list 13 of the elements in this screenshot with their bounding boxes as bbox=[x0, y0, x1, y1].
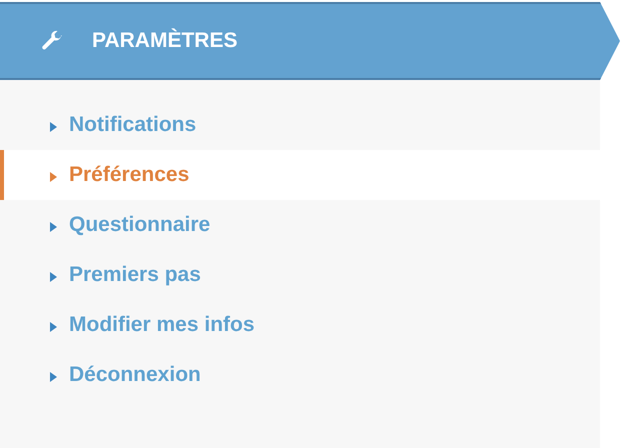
menu-item[interactable]: Premiers pas bbox=[0, 250, 600, 300]
menu-item[interactable]: Notifications bbox=[0, 100, 600, 150]
caret-icon bbox=[50, 172, 57, 182]
caret-icon bbox=[50, 322, 57, 332]
menu-item[interactable]: Préférences bbox=[0, 150, 600, 200]
caret-icon bbox=[50, 272, 57, 282]
menu-item[interactable]: Déconnexion bbox=[0, 350, 600, 400]
header-title: PARAMÈTRES bbox=[92, 29, 238, 53]
caret-icon bbox=[50, 222, 57, 232]
caret-icon bbox=[50, 122, 57, 132]
caret-icon bbox=[50, 372, 57, 382]
menu-item[interactable]: Questionnaire bbox=[0, 200, 600, 250]
menu-item[interactable]: Modifier mes infos bbox=[0, 300, 600, 350]
